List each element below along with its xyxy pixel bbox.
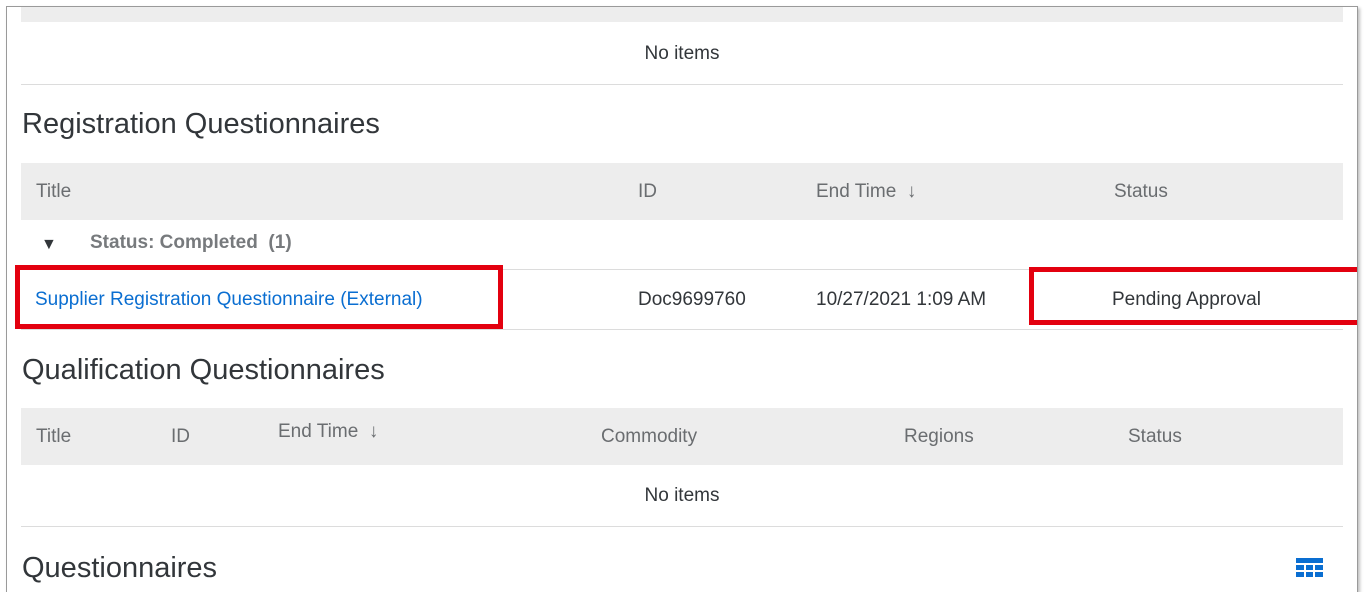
- table-settings-icon[interactable]: [1296, 558, 1323, 578]
- divider: [21, 84, 1343, 85]
- col-header-title[interactable]: Title: [36, 426, 71, 448]
- divider: [21, 329, 1343, 330]
- col-header-id[interactable]: ID: [171, 426, 190, 448]
- questionnaire-id: Doc9699760: [638, 288, 746, 310]
- sort-descending-icon: ↓: [368, 420, 379, 442]
- highlight-box-title: [15, 265, 503, 329]
- registration-table-header: Title ID End Time ↓ Status: [21, 163, 1343, 220]
- divider: [21, 526, 1343, 527]
- col-header-commodity[interactable]: Commodity: [601, 426, 697, 448]
- col-header-id[interactable]: ID: [638, 181, 657, 203]
- qualification-empty-text: No items: [644, 485, 720, 506]
- col-header-status[interactable]: Status: [1128, 426, 1182, 448]
- qualification-section-title: Qualification Questionnaires: [22, 354, 385, 386]
- top-table-header-strip: [21, 7, 1343, 22]
- highlight-box-status: [1029, 267, 1357, 325]
- col-header-end-time[interactable]: End Time ↓: [278, 421, 378, 443]
- triangle-down-icon[interactable]: ▼: [41, 236, 57, 254]
- questionnaire-end-time: 10/27/2021 1:09 AM: [816, 288, 987, 310]
- group-label: Status: Completed (1): [90, 232, 292, 254]
- col-header-end-time-label: End Time: [278, 420, 359, 442]
- top-table-empty-text: No items: [644, 43, 720, 64]
- group-row-status-completed[interactable]: ▼ Status: Completed (1): [21, 220, 1343, 269]
- group-status-label: Status: Completed: [90, 232, 258, 253]
- col-header-status[interactable]: Status: [1114, 181, 1168, 203]
- col-header-title[interactable]: Title: [36, 181, 71, 203]
- col-header-end-time[interactable]: End Time ↓: [816, 181, 916, 203]
- col-header-regions[interactable]: Regions: [904, 426, 974, 448]
- questionnaires-section-title: Questionnaires: [22, 552, 218, 584]
- questionnaires-panel: No items Registration Questionnaires Tit…: [6, 6, 1358, 592]
- group-count: (1): [268, 232, 292, 253]
- col-header-end-time-label: End Time: [816, 180, 897, 202]
- registration-section-title: Registration Questionnaires: [22, 108, 380, 140]
- qualification-table-header: Title ID End Time ↓ Commodity Regions St…: [21, 408, 1343, 465]
- sort-descending-icon: ↓: [906, 180, 917, 202]
